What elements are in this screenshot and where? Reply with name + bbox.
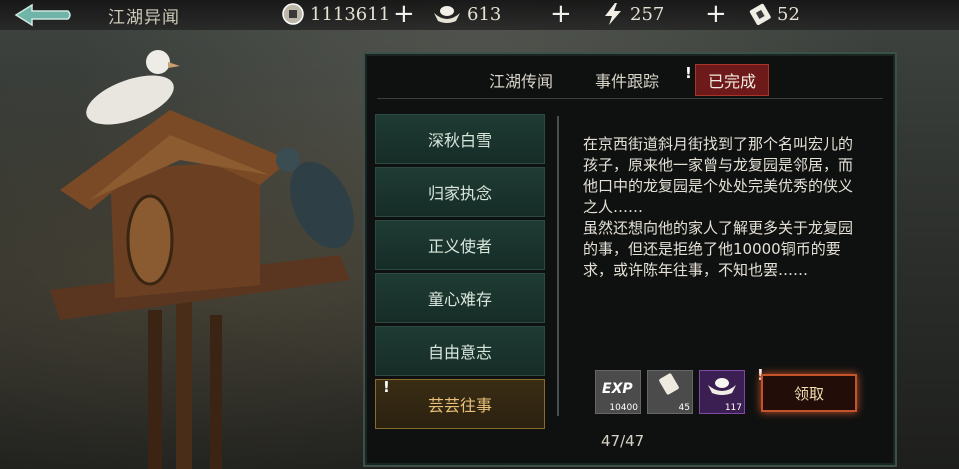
tab-tracking[interactable]: 事件跟踪 xyxy=(595,68,659,92)
add-energy-button[interactable]: + xyxy=(705,0,727,28)
alert-icon: ! xyxy=(383,378,390,396)
energy-value: 257 xyxy=(630,3,665,25)
ingots-value: 613 xyxy=(467,3,502,25)
tab-divider xyxy=(377,98,883,99)
add-coins-button[interactable]: + xyxy=(393,0,415,28)
reward-count: 45 xyxy=(678,403,690,413)
coins-value: 1113611 xyxy=(310,3,391,25)
reward-ticket[interactable]: 45 xyxy=(647,370,693,414)
ingot-icon xyxy=(434,6,460,23)
event-item-selected[interactable]: 芸芸往事 xyxy=(375,379,545,429)
reward-exp[interactable]: EXP 10400 xyxy=(595,370,641,414)
event-item[interactable]: 正义使者 xyxy=(375,220,545,270)
event-item[interactable]: 童心难存 xyxy=(375,273,545,323)
event-item[interactable]: 自由意志 xyxy=(375,326,545,376)
event-item[interactable]: 深秋白雪 xyxy=(375,114,545,164)
energy-display: 257 xyxy=(601,2,664,26)
tickets-display: 52 xyxy=(748,2,800,26)
tab-rumors[interactable]: 江湖传闻 xyxy=(489,68,553,92)
ingot-icon xyxy=(708,378,736,395)
event-panel: 江湖传闻 事件跟踪 ! 已完成 深秋白雪 归家执念 正义使者 童心难存 自由意志… xyxy=(363,52,897,467)
ticket-icon xyxy=(659,373,679,395)
alert-icon: ! xyxy=(685,64,692,82)
event-description: 在京西街道斜月街找到了那个名叫宏儿的孩子，原来他一家曾与龙复园是邻居，而他口中的… xyxy=(583,135,854,279)
back-arrow-icon[interactable] xyxy=(12,2,74,28)
tab-bar: 江湖传闻 事件跟踪 ! 已完成 xyxy=(365,62,895,96)
tab-completed[interactable]: 已完成 xyxy=(695,64,770,96)
claim-button[interactable]: 领取 xyxy=(761,374,857,412)
page-title: 江湖异闻 xyxy=(108,8,180,28)
lightning-icon xyxy=(605,3,621,25)
event-item[interactable]: 归家执念 xyxy=(375,167,545,217)
ingots-display: 613 xyxy=(432,2,501,26)
add-ingots-button[interactable]: + xyxy=(550,0,572,28)
ticket-icon xyxy=(749,3,771,25)
reward-ingot[interactable]: 117 xyxy=(699,370,745,414)
reward-count: 10400 xyxy=(609,403,638,413)
reward-list: EXP 10400 45 117 xyxy=(595,370,745,416)
exp-icon: EXP xyxy=(602,381,633,397)
column-divider xyxy=(557,116,559,416)
svg-text:EXP: EXP xyxy=(602,381,633,397)
coin-icon xyxy=(282,3,304,25)
coins-display: 1113611 xyxy=(281,2,390,26)
tickets-value: 52 xyxy=(777,3,800,25)
birdhouse-illustration xyxy=(50,50,354,469)
reward-count: 117 xyxy=(724,403,742,413)
page-counter: 47/47 xyxy=(601,432,645,450)
